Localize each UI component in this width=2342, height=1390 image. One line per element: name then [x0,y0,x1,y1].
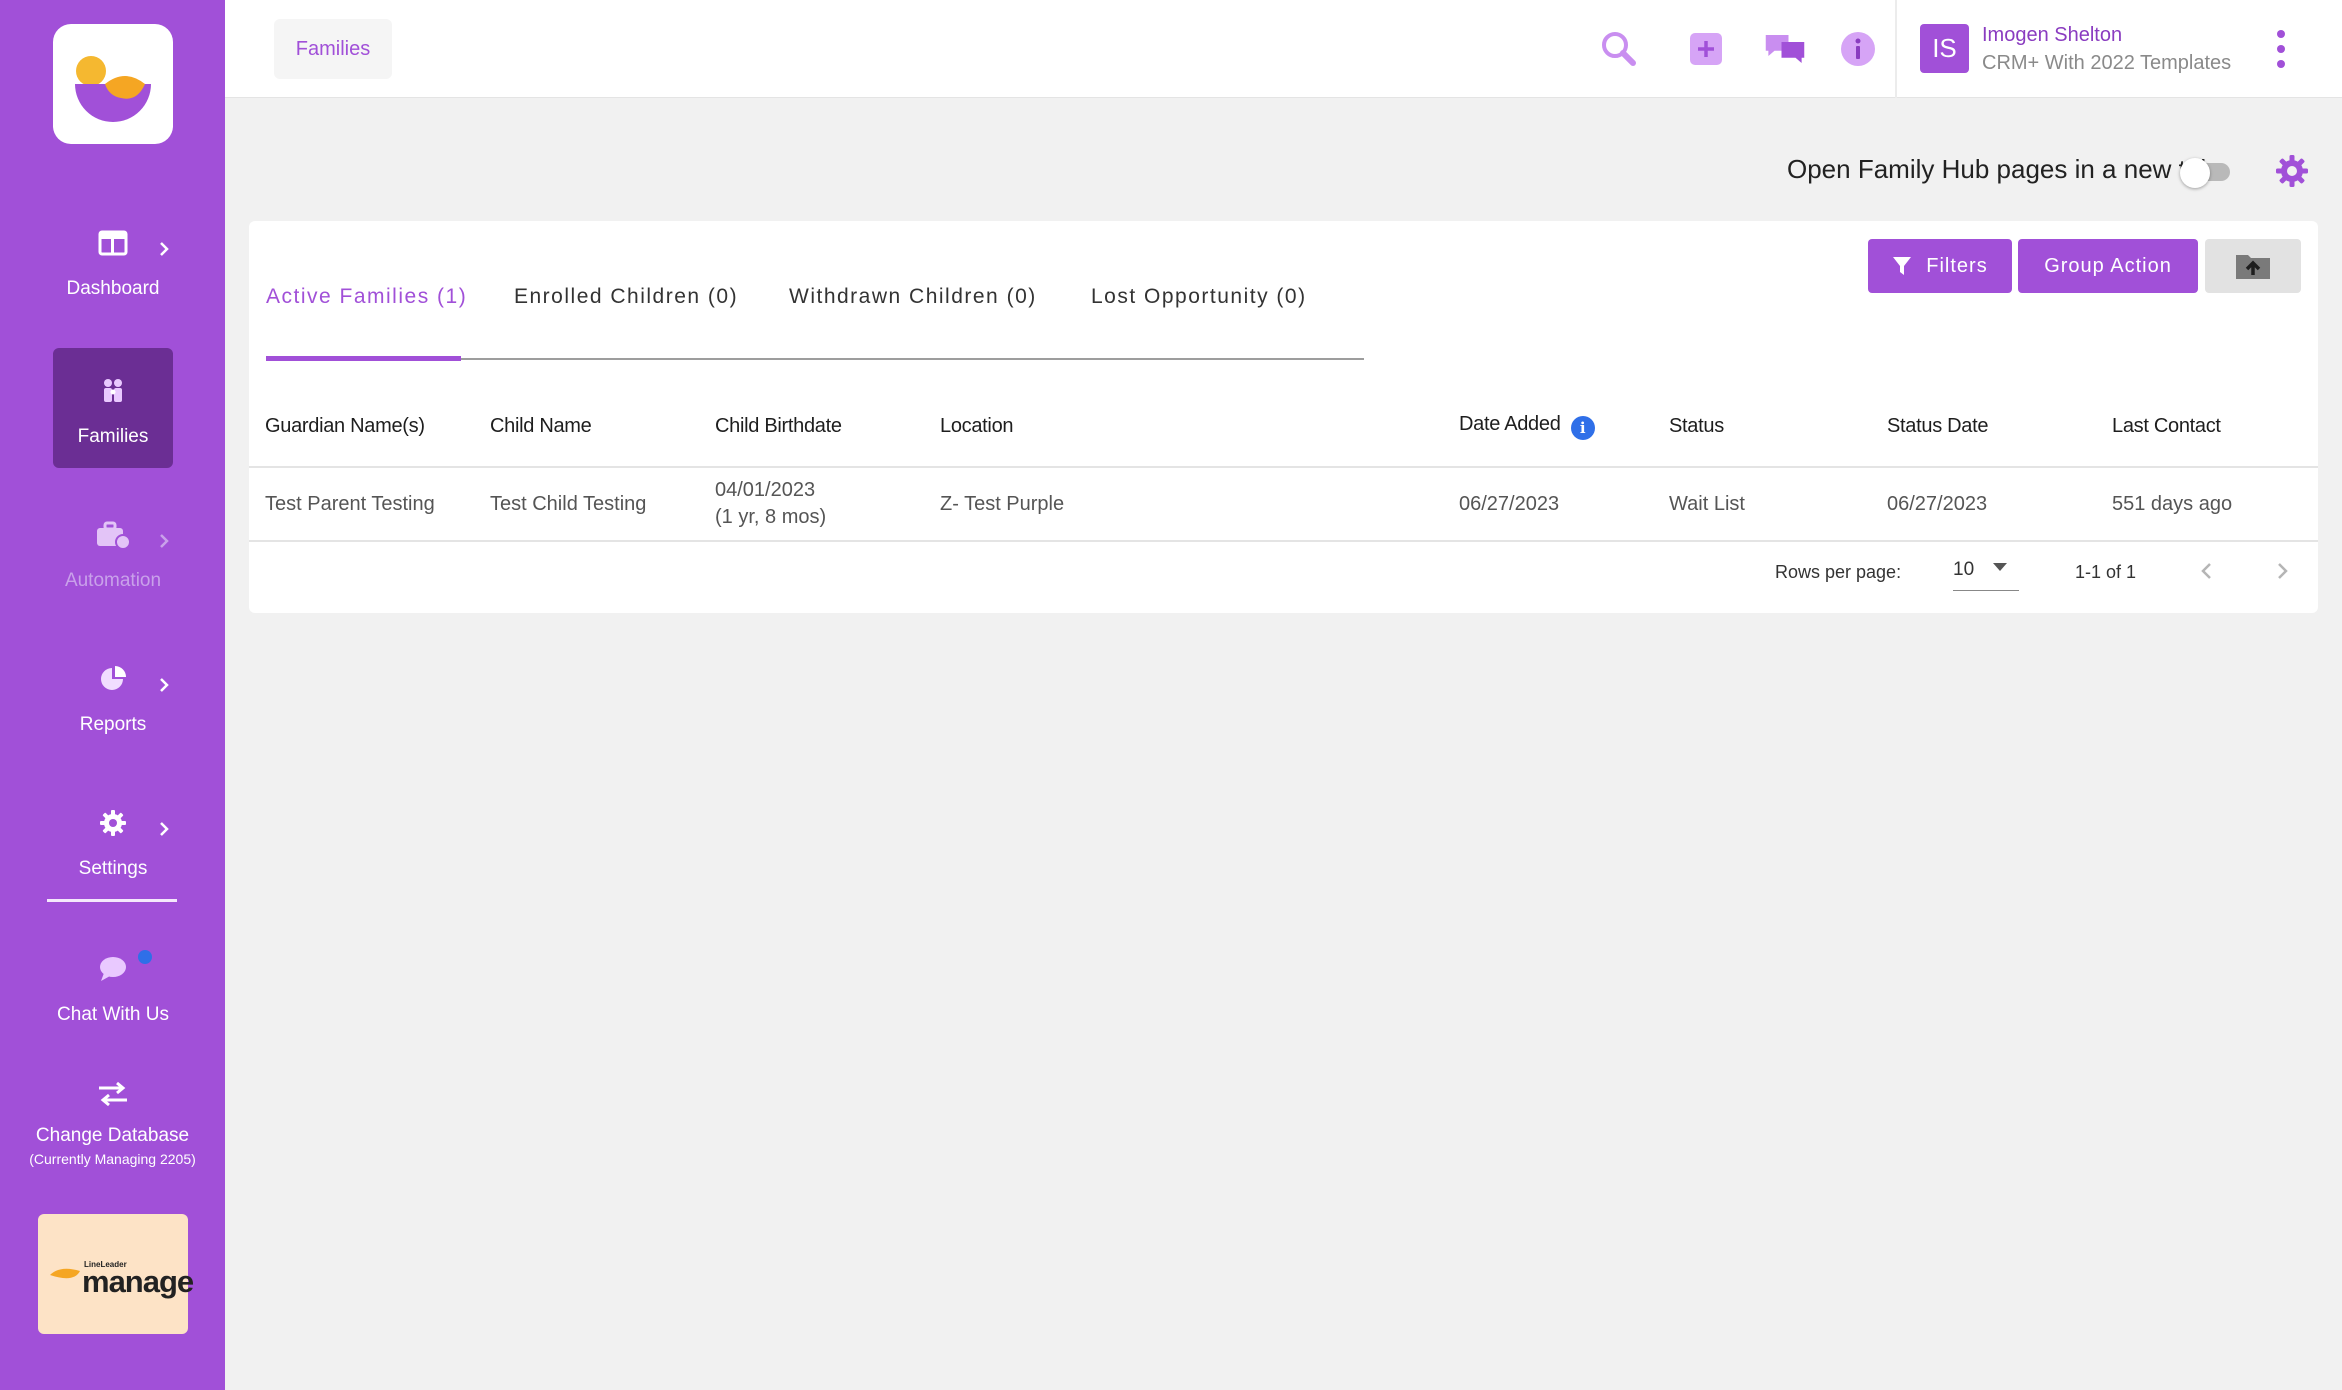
group-action-button[interactable]: Group Action [2018,239,2198,293]
tab-enrolled-children[interactable]: Enrolled Children (0) [514,285,738,309]
filter-icon [1893,257,1912,275]
sidebar-item-families[interactable]: Families [53,348,173,468]
table-row[interactable]: Test Parent Testing Test Child Testing 0… [249,467,2318,542]
column-header-date-added[interactable]: Date Added i [1443,387,1653,468]
top-header: Families IS Imogen Shelton CRM+ With 202… [225,0,2342,98]
sidebar-item-label: Settings [78,858,148,879]
info-icon[interactable] [1837,28,1879,70]
gear-icon[interactable] [2274,153,2310,189]
rows-per-page-label: Rows per page: [1775,562,1902,582]
column-header[interactable]: Child Birthdate [699,387,924,468]
status-cell: Wait List [1653,467,1871,542]
tab-lost-opportunity[interactable]: Lost Opportunity (0) [1091,285,1307,309]
birthdate-cell: 04/01/2023 (1 yr, 8 mos) [699,467,924,542]
add-icon[interactable] [1685,28,1727,70]
app-logo[interactable] [53,24,173,144]
date-added-cell: 06/27/2023 [1443,467,1653,542]
change-database-button[interactable]: Change Database (Currently Managing 2205… [0,1080,225,1167]
active-tab-indicator [266,356,461,361]
chat-bubble-icon [53,952,173,986]
breadcrumb[interactable]: Families [274,19,392,79]
notification-dot [138,950,152,964]
chevron-right-icon[interactable] [2268,557,2296,585]
filters-button[interactable]: Filters [1868,239,2012,293]
messages-icon[interactable] [1764,28,1806,70]
sidebar-item-label: Reports [79,714,147,735]
status-date-cell: 06/27/2023 [1871,467,2096,542]
sidebar-item-label: Families [77,426,149,447]
families-card: Active Families (1) Enrolled Children (0… [249,221,2318,613]
tab-bar: Active Families (1) Enrolled Children (0… [266,221,1364,361]
column-header[interactable]: Status [1653,387,1871,468]
upload-folder-icon [2236,255,2270,279]
info-icon[interactable]: i [1570,416,1595,440]
sidebar-item-label: Chat With Us [57,1004,169,1025]
more-options-icon[interactable] [2271,28,2291,70]
filters-label: Filters [1926,254,1988,277]
sidebar-item-automation[interactable]: Automation [53,492,173,612]
table-header-row: Guardian Name(s) Child Name Child Birthd… [249,387,2318,468]
rows-per-page-value: 10 [1953,559,1975,580]
sidebar-item-chat[interactable]: Chat With Us [53,926,173,1046]
toggle-knob [2180,158,2210,188]
rows-per-page-select[interactable]: 10 [1953,551,2019,591]
chevron-left-icon[interactable] [2193,557,2221,585]
tab-withdrawn-children[interactable]: Withdrawn Children (0) [789,285,1037,309]
swap-arrows-icon [98,1081,127,1107]
sidebar-item-label: Automation [64,570,162,591]
column-header[interactable]: Status Date [1871,387,2096,468]
manage-logo: LineLeader manage [38,1214,194,1334]
tab-active-families[interactable]: Active Families (1) [266,285,467,309]
location-cell: Z- Test Purple [924,467,1443,542]
export-button[interactable] [2205,239,2301,293]
column-header[interactable]: Child Name [474,387,699,468]
avatar[interactable]: IS [1920,24,1969,73]
new-tab-setting-label: Open Family Hub pages in a new tab [1787,154,2215,184]
column-header[interactable]: Location [924,387,1443,468]
sidebar-divider [47,899,177,902]
column-header[interactable]: Last Contact [2096,387,2318,468]
families-table: Guardian Name(s) Child Name Child Birthd… [249,387,2318,542]
change-database-label: Change Database [35,1125,190,1146]
user-name[interactable]: Imogen Shelton [1982,24,2122,47]
caret-down-icon [1993,563,2007,571]
sidebar-item-label: Dashboard [66,278,160,299]
birthdate: 04/01/2023 [715,479,816,501]
column-header[interactable]: Guardian Name(s) [249,387,474,468]
user-subtitle: CRM+ With 2022 Templates [1982,52,2232,74]
last-contact-cell: 551 days ago [2096,467,2318,542]
sidebar-item-settings[interactable]: Settings [53,780,173,900]
families-icon [53,374,173,408]
chevron-right-icon [160,534,169,548]
page-range: 1-1 of 1 [2075,562,2137,582]
pagination: Rows per page: 10 1-1 of 1 [249,551,2318,591]
header-divider [1895,0,1897,98]
chevron-right-icon [160,822,169,836]
sidebar-item-dashboard[interactable]: Dashboard [53,200,173,320]
child-cell[interactable]: Test Child Testing [474,467,699,542]
new-tab-toggle[interactable] [2180,158,2230,188]
chevron-right-icon [160,242,169,256]
current-database-note: (Currently Managing 2205) [29,1151,196,1167]
guardian-cell[interactable]: Test Parent Testing [249,467,474,542]
sidebar: Dashboard Families Automation Reports Se… [0,0,225,1390]
child-age: (1 yr, 8 mos) [715,506,827,528]
sidebar-item-reports[interactable]: Reports [53,636,173,756]
search-icon[interactable] [1598,28,1640,70]
chevron-right-icon [160,678,169,692]
manage-wordmark: manage [82,1264,194,1299]
column-header-label: Date Added [1459,413,1561,435]
